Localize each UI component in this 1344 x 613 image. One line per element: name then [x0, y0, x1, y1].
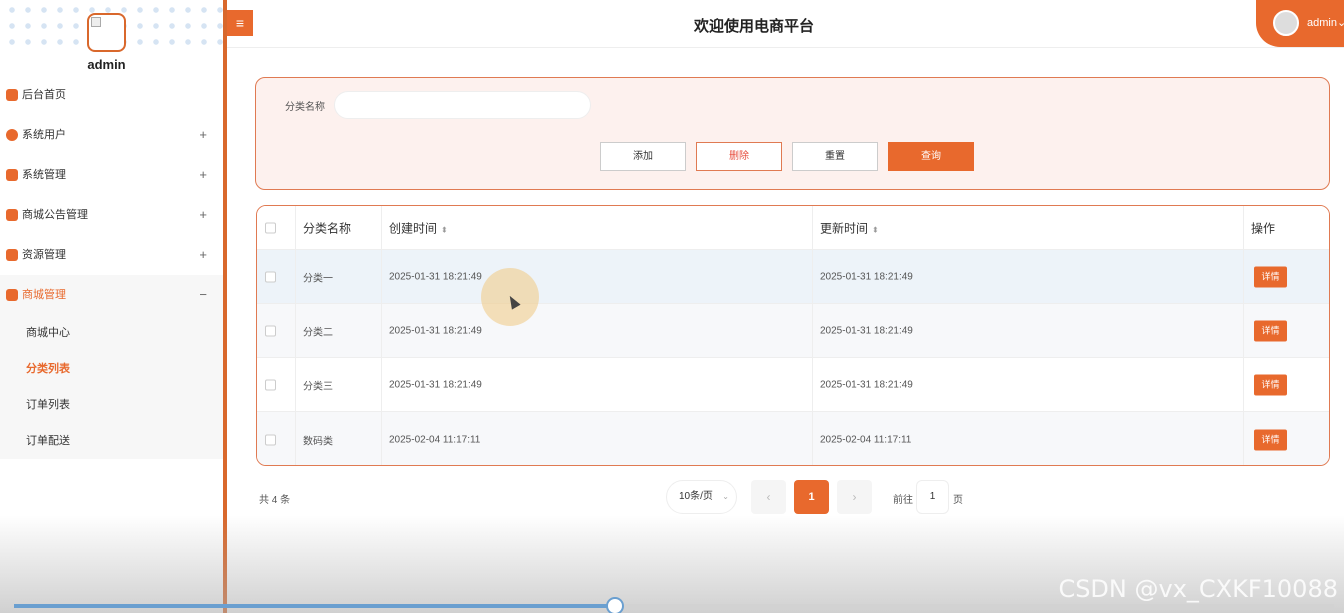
sidebar-username: admin — [87, 57, 126, 72]
sidebar-divider — [223, 0, 227, 613]
cell-name: 分类一 — [303, 273, 333, 284]
sidebar-item-label: 后台首页 — [22, 89, 66, 101]
row-checkbox[interactable] — [265, 379, 276, 390]
top-header: ≡ 欢迎使用电商平台 admin⌄ — [227, 0, 1344, 48]
expand-icon: + — [199, 167, 207, 182]
column-header-name: 分类名称 — [303, 221, 352, 235]
column-header-actions: 操作 — [1251, 221, 1276, 235]
watermark: CSDN @vx_CXKF10088 — [1058, 575, 1338, 603]
collapse-icon: − — [199, 287, 207, 302]
sidebar: admin 后台首页 系统用户 + 系统管理 + 商城公告管理 + 资源管理 + — [0, 0, 223, 613]
user-avatar — [1273, 10, 1299, 36]
cell-name: 数码类 — [303, 436, 333, 447]
table-row[interactable]: 分类二 2025-01-31 18:21:49 2025-01-31 18:21… — [257, 303, 1329, 357]
reset-button[interactable]: 重置 — [792, 142, 878, 171]
expand-icon: + — [199, 207, 207, 222]
sidebar-item-label: 系统管理 — [22, 169, 66, 181]
cell-updated: 2025-01-31 18:21:49 — [820, 271, 913, 282]
table-row[interactable]: 分类一 2025-01-31 18:21:49 2025-01-31 18:21… — [257, 249, 1329, 303]
sidebar-item-announcements[interactable]: 商城公告管理 + — [0, 195, 223, 235]
sidebar-item-home[interactable]: 后台首页 — [0, 75, 223, 115]
sort-icon[interactable]: ⬍ — [441, 225, 448, 234]
category-name-label: 分类名称 — [285, 102, 325, 113]
category-table: 分类名称 创建时间 ⬍ 更新时间 ⬍ 操作 分类一 2025-01-31 18:21… — [256, 205, 1330, 466]
cell-created: 2025-01-31 18:21:49 — [389, 379, 482, 390]
detail-button[interactable]: 详情 — [1254, 429, 1287, 450]
next-page-button[interactable]: › — [837, 480, 872, 514]
detail-button[interactable]: 详情 — [1254, 266, 1287, 287]
select-all-checkbox[interactable] — [265, 222, 276, 233]
goto-page-input[interactable]: 1 — [916, 480, 949, 514]
column-header-created[interactable]: 创建时间 ⬍ — [382, 206, 813, 249]
table-row[interactable]: 数码类 2025-02-04 11:17:11 2025-02-04 11:17… — [257, 411, 1329, 465]
cell-updated: 2025-01-31 18:21:49 — [820, 325, 913, 336]
sidebar-item-label: 商城公告管理 — [22, 209, 88, 221]
sidebar-item-label: 系统用户 — [22, 129, 66, 141]
prev-page-button[interactable]: ‹ — [751, 480, 786, 514]
chevron-down-icon: ⌄ — [1336, 17, 1344, 29]
video-seek-handle[interactable] — [606, 597, 624, 613]
page-size-select[interactable]: 10条/页 ⌄ — [666, 480, 737, 514]
cell-created: 2025-01-31 18:21:49 — [389, 271, 482, 282]
user-name: admin⌄ — [1307, 16, 1344, 29]
sidebar-item-label: 商城管理 — [22, 289, 66, 301]
sidebar-submenu: 商城中心 分类列表 订单列表 订单配送 — [0, 315, 223, 459]
store-icon — [6, 289, 18, 301]
cell-updated: 2025-02-04 11:17:11 — [820, 434, 912, 445]
sidebar-item-system-users[interactable]: 系统用户 + — [0, 115, 223, 155]
home-icon — [6, 89, 18, 101]
sidebar-menu: 后台首页 系统用户 + 系统管理 + 商城公告管理 + 资源管理 + 商城管理 … — [0, 75, 223, 459]
chevron-down-icon: ⌄ — [722, 492, 729, 501]
cell-name: 分类三 — [303, 381, 333, 392]
gear-icon — [6, 169, 18, 181]
detail-button[interactable]: 详情 — [1254, 374, 1287, 395]
goto-label: 前往 — [893, 495, 913, 506]
sidebar-subitem-order-delivery[interactable]: 订单配送 — [0, 423, 223, 459]
avatar — [87, 13, 126, 52]
add-button[interactable]: 添加 — [600, 142, 686, 171]
sidebar-subitem-order-list[interactable]: 订单列表 — [0, 387, 223, 423]
document-icon — [6, 209, 18, 221]
query-button[interactable]: 查询 — [888, 142, 974, 171]
delete-button[interactable]: 删除 — [696, 142, 782, 171]
cell-name: 分类二 — [303, 327, 333, 338]
row-checkbox[interactable] — [265, 434, 276, 445]
row-checkbox[interactable] — [265, 271, 276, 282]
page-1-button[interactable]: 1 — [794, 480, 829, 514]
user-menu[interactable]: admin⌄ — [1256, 0, 1344, 47]
broken-image-icon — [91, 17, 101, 27]
table-header: 分类名称 创建时间 ⬍ 更新时间 ⬍ 操作 — [257, 206, 1329, 249]
table-row[interactable]: 分类三 2025-01-31 18:21:49 2025-01-31 18:21… — [257, 357, 1329, 411]
detail-button[interactable]: 详情 — [1254, 320, 1287, 341]
page-unit-label: 页 — [953, 495, 963, 506]
row-checkbox[interactable] — [265, 325, 276, 336]
column-header-updated[interactable]: 更新时间 ⬍ — [813, 206, 1244, 249]
expand-icon: + — [199, 247, 207, 262]
sidebar-subitem-mall-center[interactable]: 商城中心 — [0, 315, 223, 351]
sidebar-item-system-management[interactable]: 系统管理 + — [0, 155, 223, 195]
database-icon — [6, 249, 18, 261]
cell-created: 2025-02-04 11:17:11 — [389, 434, 481, 445]
search-panel: 分类名称 添加 删除 重置 查询 — [255, 77, 1330, 190]
page-title: 欢迎使用电商平台 — [693, 18, 814, 35]
cell-updated: 2025-01-31 18:21:49 — [820, 379, 913, 390]
cell-created: 2025-01-31 18:21:49 — [389, 325, 482, 336]
expand-icon: + — [199, 127, 207, 142]
total-count: 共 4 条 — [259, 495, 291, 506]
sidebar-item-resources[interactable]: 资源管理 + — [0, 235, 223, 275]
sidebar-item-label: 资源管理 — [22, 249, 66, 261]
category-name-input[interactable] — [334, 91, 591, 119]
sidebar-item-mall-management[interactable]: 商城管理 − — [0, 275, 223, 315]
user-icon — [6, 129, 18, 141]
sort-icon[interactable]: ⬍ — [872, 225, 879, 234]
video-seek-progress — [14, 604, 615, 608]
sidebar-subitem-category-list[interactable]: 分类列表 — [0, 351, 223, 387]
